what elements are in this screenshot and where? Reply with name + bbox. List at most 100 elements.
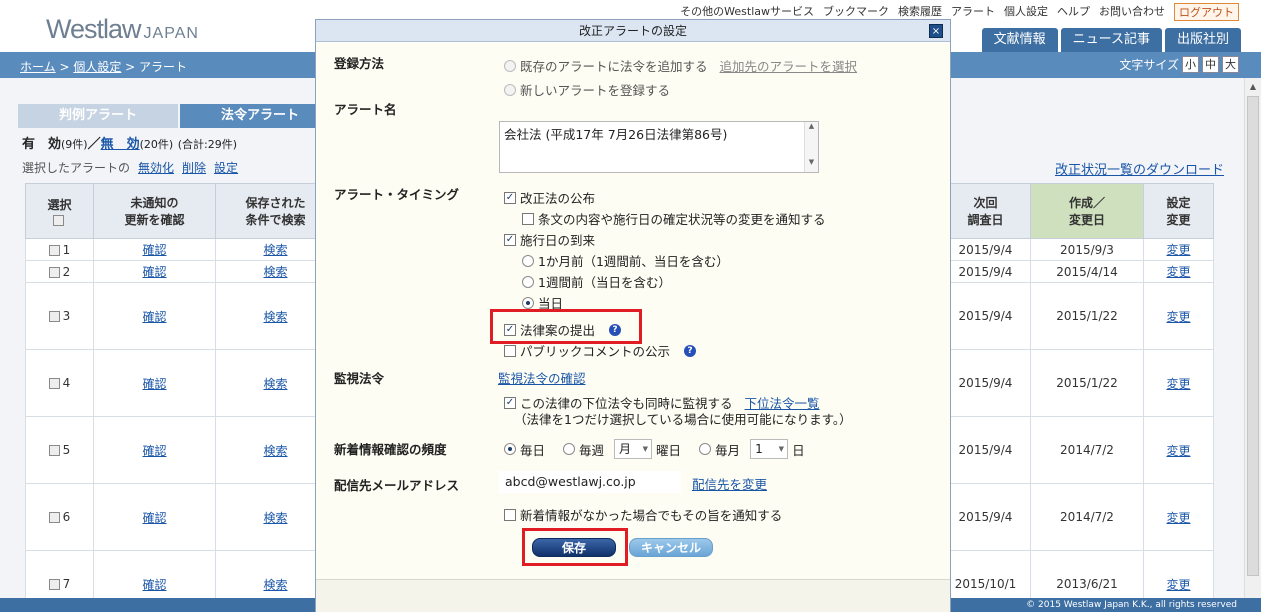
confirm-link[interactable]: 確認 — [142, 444, 166, 458]
search-link[interactable]: 検索 — [263, 511, 287, 525]
row-select: 5 — [25, 416, 94, 484]
timing-public-checkbox[interactable] — [504, 344, 516, 357]
settings-button[interactable]: 設定 — [214, 159, 238, 176]
cancel-button[interactable]: キャンセル — [629, 538, 713, 557]
monitor-link[interactable]: 監視法令の確認 — [498, 368, 586, 387]
timing-today-radio[interactable] — [522, 296, 534, 309]
westlaw-logo[interactable]: Westlaw JAPAN — [46, 14, 199, 45]
timing-1week-radio[interactable] — [522, 275, 534, 288]
tab-literature[interactable]: 文献情報 — [981, 28, 1058, 52]
change-link[interactable]: 変更 — [1166, 265, 1190, 279]
row-checkbox[interactable] — [48, 311, 60, 322]
monthday-select[interactable]: 1 — [750, 439, 789, 459]
help-icon[interactable]: ? — [684, 344, 697, 357]
invalid-link[interactable]: 無 効 — [101, 137, 140, 152]
row-checkbox[interactable] — [48, 378, 60, 389]
timing-jobun-label: 条文の内容や施行日の確定状況等の変更を通知する — [538, 212, 826, 227]
scroll-thumb[interactable] — [1247, 96, 1259, 576]
tab-publisher[interactable]: 出版社別 — [1164, 28, 1241, 52]
search-link[interactable]: 検索 — [263, 243, 287, 257]
freq-weekly-radio[interactable] — [563, 443, 576, 455]
search-link[interactable]: 検索 — [263, 265, 287, 279]
row-created: 2015/1/22 — [1030, 282, 1144, 350]
email-change-link[interactable]: 配信先を変更 — [692, 474, 767, 493]
change-link[interactable]: 変更 — [1166, 377, 1190, 391]
delete-button[interactable]: 削除 — [182, 159, 206, 176]
row-checkbox[interactable] — [48, 579, 60, 590]
freq-monthly-radio[interactable] — [699, 443, 712, 455]
select-all-checkbox[interactable] — [52, 214, 64, 226]
font-size-medium[interactable]: 中 — [1202, 56, 1219, 73]
confirm-link[interactable]: 確認 — [142, 265, 166, 279]
timing-kaisei-checkbox[interactable]: ✓ — [504, 191, 516, 204]
util-contact[interactable]: お問い合わせ — [1099, 3, 1165, 21]
timing-1month-radio[interactable] — [522, 254, 534, 267]
close-icon[interactable]: × — [929, 24, 943, 38]
deactivate-button[interactable]: 無効化 — [138, 159, 174, 176]
tab-case-alert[interactable]: 判例アラート — [18, 104, 178, 128]
download-link-text[interactable]: 改正状況一覧のダウンロード — [1055, 163, 1224, 178]
search-link[interactable]: 検索 — [263, 444, 287, 458]
email-field[interactable]: abcd@westlawj.co.jp — [499, 471, 681, 493]
change-link[interactable]: 変更 — [1166, 310, 1190, 324]
monitor-label: 監視法令 — [334, 371, 385, 386]
reg-opt2-row: 新しいアラートを登録する — [504, 80, 670, 99]
row-created: 2015/4/14 — [1030, 260, 1144, 283]
timing-1month-row: 1か月前（1週間前、当日を含む） — [522, 251, 729, 270]
scroll-up-icon[interactable]: ▲ — [805, 122, 818, 130]
row-checkbox[interactable] — [48, 266, 60, 278]
row-num: 7 — [62, 577, 71, 591]
change-link[interactable]: 変更 — [1166, 243, 1190, 257]
confirm-link[interactable]: 確認 — [142, 310, 166, 324]
page-scrollbar[interactable]: ▲ — [1244, 78, 1261, 598]
download-link[interactable]: 改正状況一覧のダウンロード — [1055, 159, 1224, 178]
scroll-down-icon[interactable]: ▼ — [805, 158, 818, 166]
confirm-link[interactable]: 確認 — [142, 243, 166, 257]
save-button[interactable]: 保存 — [532, 538, 616, 557]
util-help[interactable]: ヘルプ — [1057, 3, 1090, 21]
util-personal-settings[interactable]: 個人設定 — [1004, 3, 1048, 21]
tab-news[interactable]: ニュース記事 — [1060, 28, 1162, 52]
logout-button[interactable]: ログアウト — [1174, 3, 1239, 21]
change-link[interactable]: 変更 — [1166, 578, 1190, 592]
timing-public-label: パブリックコメントの公示 — [520, 344, 671, 359]
search-link[interactable]: 検索 — [263, 578, 287, 592]
row-confirm: 確認 — [93, 238, 216, 261]
reg-opt1-row: 既存のアラートに法令を追加する 追加先のアラートを選択 — [504, 56, 857, 75]
row-checkbox[interactable] — [48, 512, 60, 523]
search-link[interactable]: 検索 — [263, 310, 287, 324]
change-link[interactable]: 変更 — [1166, 511, 1190, 525]
reg-opt2-radio[interactable] — [504, 83, 516, 96]
row-checkbox[interactable] — [48, 244, 60, 256]
alert-name-value: 会社法 (平成17年 7月26日法律第86号) — [504, 127, 728, 142]
breadcrumb-personal[interactable]: 個人設定 — [73, 60, 121, 74]
breadcrumb-home[interactable]: ホーム — [20, 60, 56, 74]
util-alert[interactable]: アラート — [951, 3, 995, 21]
scroll-up-icon[interactable]: ▲ — [1245, 78, 1261, 95]
reg-opt1-link[interactable]: 追加先のアラートを選択 — [720, 56, 858, 75]
row-checkbox[interactable] — [48, 445, 60, 456]
name-scrollbar[interactable]: ▲ ▼ — [804, 122, 818, 172]
confirm-link[interactable]: 確認 — [142, 377, 166, 391]
row-num: 2 — [62, 264, 71, 279]
timing-jobun-checkbox[interactable] — [522, 212, 534, 225]
timing-public-row: パブリックコメントの公示 ? — [504, 341, 697, 360]
alert-name-input[interactable]: 会社法 (平成17年 7月26日法律第86号) ▲ ▼ — [499, 121, 819, 173]
confirm-link[interactable]: 確認 — [142, 511, 166, 525]
notify-empty-checkbox[interactable] — [504, 508, 516, 521]
reg-opt1-radio[interactable] — [504, 59, 516, 72]
notify-empty-row: 新着情報がなかった場合でもその旨を通知する — [504, 505, 782, 524]
search-link[interactable]: 検索 — [263, 377, 287, 391]
alert-tabs: 判例アラート 法令アラート — [18, 104, 340, 128]
dialog-bottom-bar — [316, 579, 950, 612]
confirm-link[interactable]: 確認 — [142, 578, 166, 592]
highlight-box-houritsuan — [490, 309, 642, 344]
freq-daily-radio[interactable] — [504, 443, 516, 455]
row-next: 2015/10/1 — [940, 550, 1031, 598]
weekday-select[interactable]: 月 — [614, 439, 653, 459]
timing-shiko-checkbox[interactable]: ✓ — [504, 233, 516, 246]
change-link[interactable]: 変更 — [1166, 444, 1190, 458]
monitor-lower-checkbox[interactable]: ✓ — [504, 396, 516, 409]
font-size-large[interactable]: 大 — [1222, 56, 1239, 73]
font-size-small[interactable]: 小 — [1182, 56, 1199, 73]
